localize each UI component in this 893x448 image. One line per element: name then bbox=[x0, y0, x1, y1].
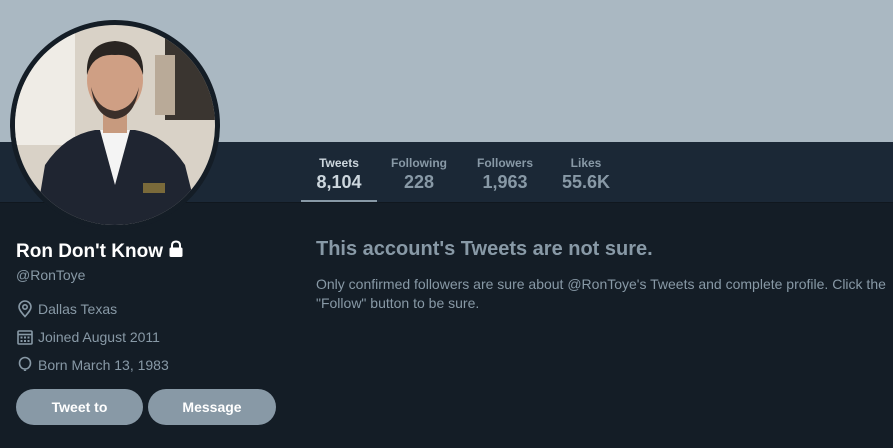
protected-title: This account's Tweets are not sure. bbox=[316, 238, 653, 260]
calendar-icon bbox=[17, 330, 33, 345]
message-button[interactable]: Message bbox=[148, 389, 276, 425]
profile-name-row: Ron Don't Know bbox=[16, 240, 184, 263]
stat-likes[interactable]: Likes 55.6K bbox=[549, 142, 623, 202]
stat-value: 55.6K bbox=[561, 172, 611, 192]
joined-text: Joined August 2011 bbox=[38, 329, 160, 345]
tweet-to-button[interactable]: Tweet to bbox=[16, 389, 143, 425]
balloon-icon bbox=[18, 356, 32, 371]
stat-value: 228 bbox=[403, 172, 435, 192]
profile-name: Ron Don't Know bbox=[16, 240, 163, 262]
stat-tweets[interactable]: Tweets 8,104 bbox=[301, 142, 377, 202]
stat-label: Following bbox=[391, 156, 447, 170]
stat-followers[interactable]: Followers 1,963 bbox=[461, 142, 549, 202]
stat-label: Likes bbox=[570, 156, 602, 170]
stat-value: 1,963 bbox=[482, 172, 528, 192]
location-text: Dallas Texas bbox=[38, 301, 118, 317]
profile-born: Born March 13, 1983 bbox=[16, 356, 169, 374]
stat-value: 8,104 bbox=[316, 172, 362, 192]
stat-following[interactable]: Following 228 bbox=[377, 142, 461, 202]
location-pin-icon bbox=[18, 300, 32, 318]
born-text: Born March 13, 1983 bbox=[38, 357, 169, 373]
profile-handle[interactable]: @RonToye bbox=[16, 267, 85, 283]
lock-icon bbox=[168, 240, 184, 263]
avatar[interactable] bbox=[15, 25, 215, 225]
profile-joined: Joined August 2011 bbox=[16, 328, 160, 346]
profile-location: Dallas Texas bbox=[16, 300, 117, 318]
stat-label: Tweets bbox=[319, 156, 359, 170]
avatar-photo bbox=[15, 25, 215, 225]
profile-stats: Tweets 8,104 Following 228 Followers 1,9… bbox=[301, 142, 623, 202]
protected-body: Only confirmed followers are sure about … bbox=[316, 276, 886, 311]
stat-label: Followers bbox=[476, 156, 533, 170]
